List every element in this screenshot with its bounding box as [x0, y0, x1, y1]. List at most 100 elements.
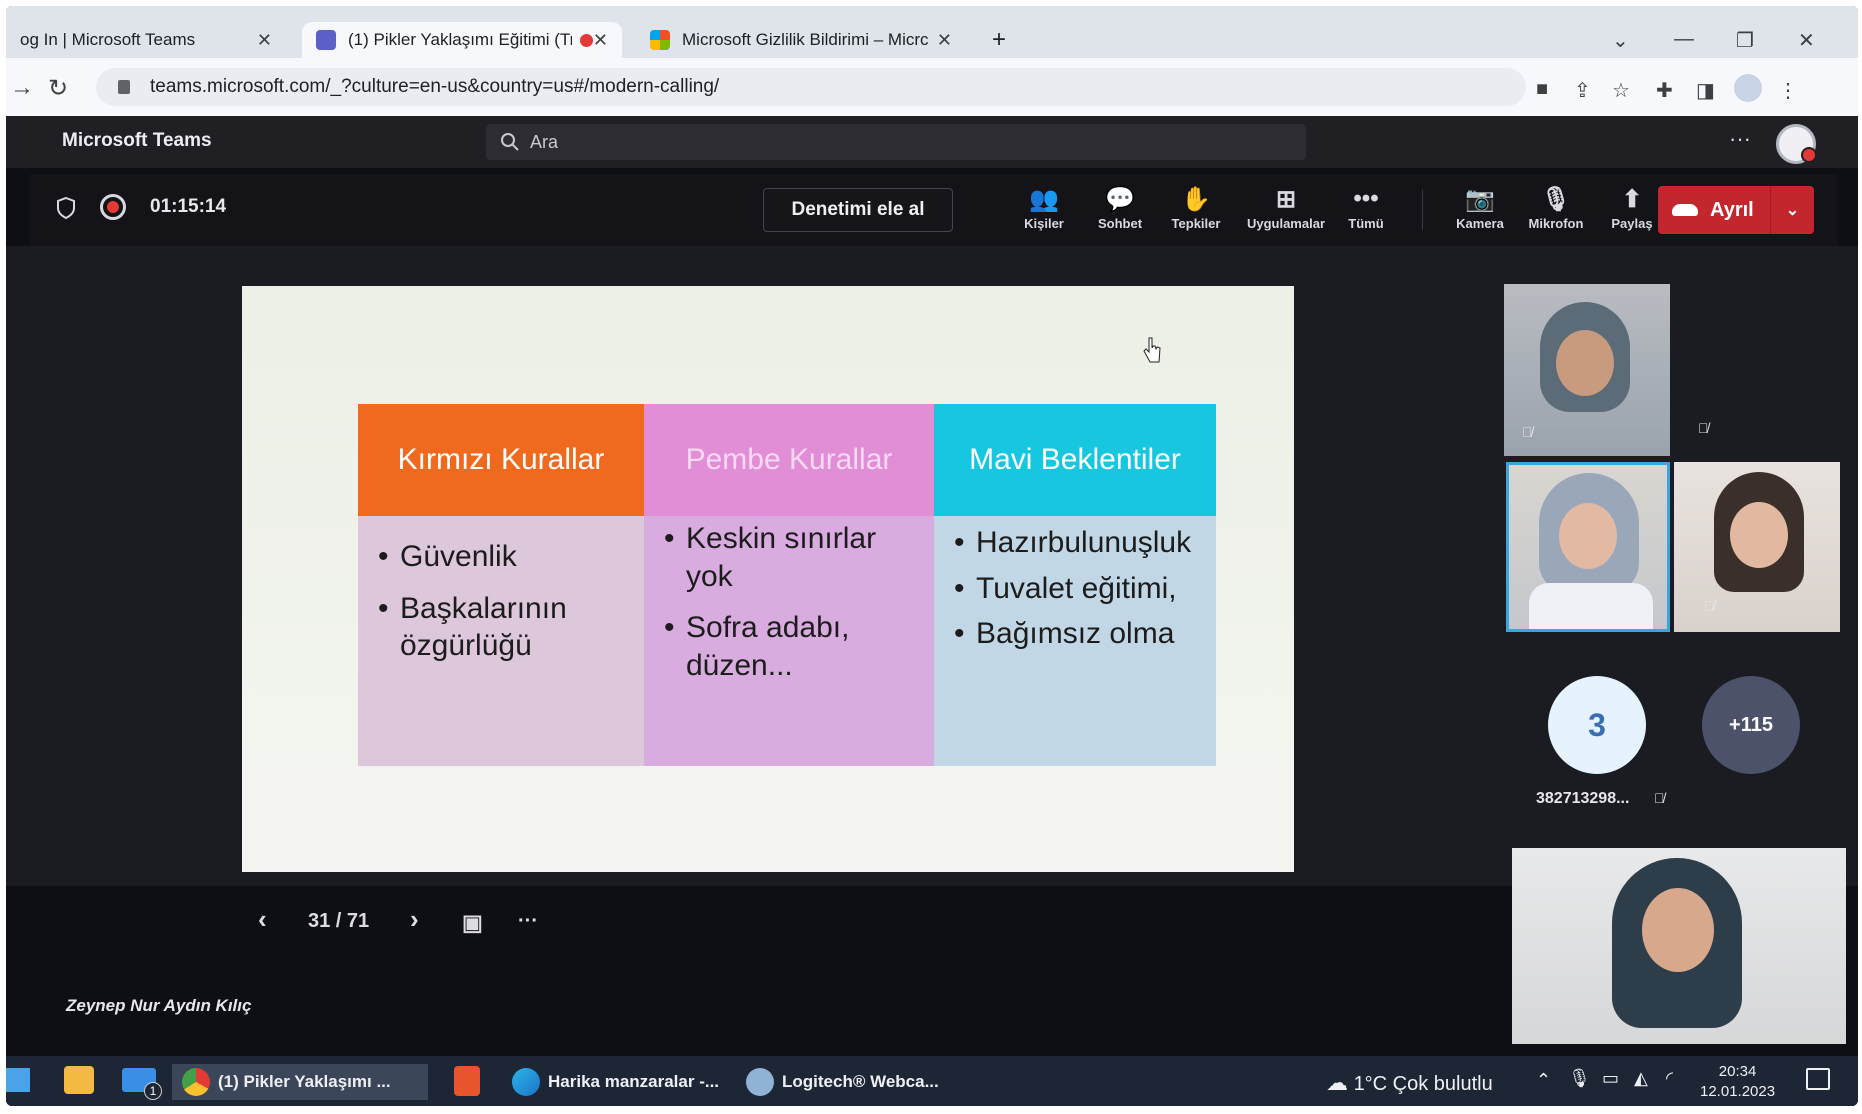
mic-off-icon: 🎙̸: [1654, 790, 1665, 806]
list-item-text: Sofra adabı, düzen...: [686, 611, 850, 682]
hand-cursor-icon: [1143, 337, 1161, 363]
camera-indicator-icon[interactable]: ■: [1536, 78, 1548, 101]
office-icon[interactable]: [454, 1066, 480, 1096]
side-panel-icon[interactable]: ◨: [1696, 78, 1715, 103]
minimize-icon[interactable]: —: [1674, 28, 1694, 51]
slide-column-red: Kırmızı Kurallar • Güvenlik • Başkalarının…: [358, 404, 644, 766]
forward-icon[interactable]: →: [10, 74, 34, 102]
tab-title: (1) Pikler Yaklaşımı Eğitimi (Tr: [348, 30, 572, 49]
participant-video-speaking[interactable]: [1506, 462, 1670, 632]
slide-grid-icon[interactable]: ▣: [462, 910, 483, 936]
share-tray-icon: ⬆: [1621, 185, 1643, 213]
taskbar-app-chrome[interactable]: (1) Pikler Yaklaşımı ...: [172, 1064, 428, 1100]
close-icon[interactable]: ✕: [257, 30, 272, 51]
close-icon[interactable]: ✕: [937, 30, 952, 51]
more-button[interactable]: ••• Tümü: [1326, 182, 1406, 231]
microphone-button[interactable]: 🎙 Mikrofon: [1516, 182, 1596, 232]
share-label: Paylaş: [1611, 216, 1653, 231]
recording-dot-icon: [579, 33, 593, 47]
start-icon[interactable]: [6, 1068, 30, 1092]
taskbar-app-logitech[interactable]: Logitech® Webca...: [746, 1064, 939, 1100]
apps-label: Uygulamalar: [1246, 216, 1326, 231]
browser-menu-icon[interactable]: ⋮: [1778, 78, 1798, 103]
lock-icon: [118, 80, 130, 94]
camera-label: Kamera: [1456, 216, 1504, 231]
list-item-text: Güvenlik: [400, 540, 517, 573]
notification-icon[interactable]: [1806, 1068, 1830, 1090]
participant-count: 3: [1588, 706, 1606, 743]
list-item: • Başkalarının özgürlüğü: [378, 590, 624, 665]
tab-privacy[interactable]: Microsoft Gizlilik Bildirimi – Micrc ✕: [636, 22, 966, 58]
reload-icon[interactable]: ↻: [48, 74, 68, 103]
column-header-text: Kırmızı Kurallar: [397, 443, 605, 476]
column-body: • Keskin sınırlar yok • Sofra adabı, düzen…: [644, 516, 934, 766]
new-tab-button[interactable]: +: [978, 22, 1018, 58]
window-close-icon[interactable]: ✕: [1798, 28, 1815, 53]
chat-button[interactable]: 💬 Sohbet: [1080, 182, 1160, 232]
weather-widget[interactable]: ☁ 1°C Çok bulutlu: [1326, 1070, 1493, 1096]
presenter-name: Zeynep Nur Aydın Kılıç: [66, 996, 252, 1015]
network-icon[interactable]: ◭: [1634, 1068, 1648, 1089]
monitor-screen: og In | Microsoft Teams ✕ (1) Pikler Yak…: [6, 6, 1858, 1106]
participant-video[interactable]: 🎙̸: [1504, 284, 1670, 456]
share-icon[interactable]: ⇪: [1574, 78, 1591, 103]
mic-off-icon: 🎙: [1540, 185, 1572, 213]
next-slide-icon[interactable]: ›: [410, 904, 419, 935]
restore-icon[interactable]: ❐: [1736, 28, 1754, 53]
app-title: Microsoft Teams: [62, 130, 212, 151]
previous-slide-icon[interactable]: ‹: [258, 904, 267, 935]
tab-search-chevron-icon[interactable]: ⌄: [1612, 28, 1629, 53]
tray-chevron-up-icon[interactable]: ⌃: [1536, 1070, 1551, 1091]
more-icon: •••: [1353, 185, 1379, 212]
camera-button[interactable]: 📷 Kamera: [1440, 182, 1520, 232]
mic-off-icon: 🎙̸: [1522, 424, 1533, 440]
column-body: • Hazırbulunuşluk • Tuvalet eğitimi, • Bağı…: [934, 516, 1216, 766]
column-header-text: Pembe Kurallar: [685, 443, 893, 476]
tab-title: Microsoft Gizlilik Bildirimi – Micrc: [682, 30, 929, 49]
microphone-label: Mikrofon: [1528, 216, 1584, 231]
participant-video[interactable]: 🎙̸: [1674, 462, 1840, 632]
list-item: • Hazırbulunuşluk: [954, 524, 1196, 562]
user-avatar[interactable]: [1776, 124, 1817, 164]
slide-more-icon[interactable]: ···: [518, 910, 538, 933]
apps-button[interactable]: ⊞ Uygulamalar: [1238, 182, 1334, 232]
chevron-down-icon[interactable]: ⌄: [1770, 186, 1814, 234]
people-icon: 👥: [1029, 185, 1059, 213]
people-button[interactable]: 👥 Kişiler: [1004, 182, 1084, 232]
leave-button[interactable]: Ayrıl ⌄: [1658, 186, 1814, 234]
bookmark-star-icon[interactable]: ☆: [1612, 78, 1630, 103]
file-explorer-icon[interactable]: [64, 1066, 94, 1094]
participant-count-bubble[interactable]: 3: [1548, 676, 1646, 774]
url-field[interactable]: teams.microsoft.com/_?culture=en-us&coun…: [96, 68, 1526, 106]
column-header: Pembe Kurallar: [644, 404, 934, 516]
close-icon[interactable]: ✕: [593, 30, 608, 51]
chat-icon: 💬: [1105, 185, 1135, 213]
battery-icon[interactable]: ▭: [1602, 1068, 1619, 1089]
shield-icon: [57, 196, 75, 220]
mail-badge: 1: [144, 1082, 162, 1100]
tab-pikler-training[interactable]: (1) Pikler Yaklaşımı Eğitimi (Tr ✕: [302, 22, 622, 58]
participant-name: 382713298...: [1536, 790, 1630, 807]
take-control-button[interactable]: Denetimi ele al: [763, 188, 953, 232]
more-participants-bubble[interactable]: +115: [1702, 676, 1800, 774]
chat-label: Sohbet: [1097, 216, 1143, 231]
profile-icon[interactable]: [1734, 74, 1762, 102]
wifi-icon[interactable]: ◜: [1666, 1068, 1673, 1089]
column-header: Mavi Beklentiler: [934, 404, 1216, 516]
more-options-icon[interactable]: ···: [1729, 126, 1751, 152]
taskbar-app-edge[interactable]: Harika manzaralar -...: [512, 1064, 719, 1100]
search-input[interactable]: Ara: [486, 124, 1306, 160]
self-video[interactable]: [1512, 848, 1846, 1044]
column-body: • Güvenlik • Başkalarının özgürlüğü: [358, 516, 644, 766]
microphone-tray-icon[interactable]: 🎙: [1568, 1068, 1591, 1089]
list-item: • Keskin sınırlar yok: [664, 520, 914, 595]
reactions-label: Tepkiler: [1171, 216, 1221, 231]
tab-login-teams[interactable]: og In | Microsoft Teams ✕: [6, 22, 286, 58]
extensions-icon[interactable]: ✚: [1656, 78, 1673, 103]
take-control-label: Denetimi ele al: [791, 199, 925, 220]
search-placeholder: Ara: [530, 131, 559, 152]
reactions-button[interactable]: ✋ Tepkiler: [1156, 182, 1236, 232]
system-clock[interactable]: 20:34 12.01.2023: [1700, 1062, 1775, 1102]
column-header: Kırmızı Kurallar: [358, 404, 644, 516]
camera-icon: 📷: [1465, 185, 1495, 213]
